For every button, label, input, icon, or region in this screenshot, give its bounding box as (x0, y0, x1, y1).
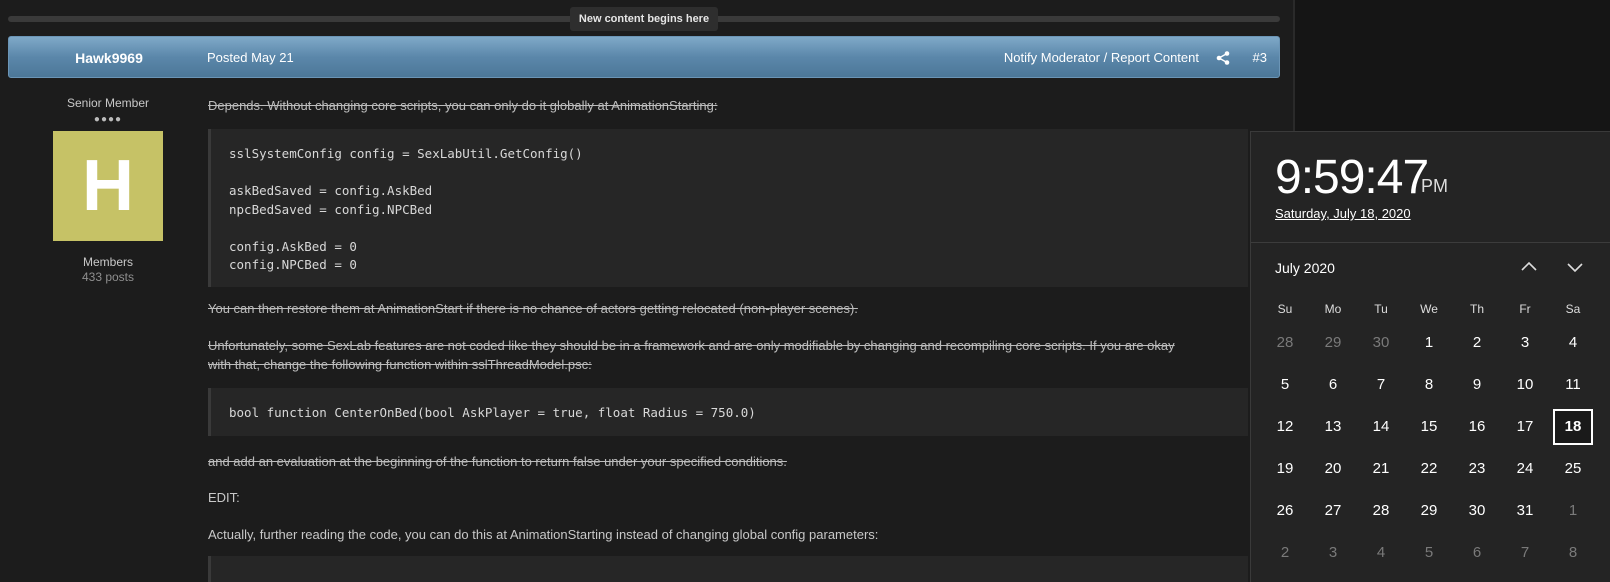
calendar-day[interactable]: 3 (1309, 532, 1357, 574)
weekday-label: Tu (1374, 302, 1388, 316)
post-paragraph: Depends. Without changing core scripts, … (208, 98, 718, 113)
member-rank: Senior Member (66, 96, 150, 110)
calendar-day[interactable]: 31 (1501, 490, 1549, 532)
weekday-label: Mo (1324, 302, 1342, 316)
post-paragraph: EDIT: (208, 490, 240, 505)
calendar-day[interactable]: 1 (1405, 322, 1453, 364)
calendar-day[interactable]: 30 (1453, 490, 1501, 532)
report-content-link[interactable]: Notify Moderator / Report Content (1004, 37, 1199, 79)
calendar-day[interactable]: 11 (1549, 364, 1597, 406)
calendar-day[interactable]: 19 (1261, 448, 1309, 490)
weekday-label: Fr (1519, 302, 1531, 316)
post-paragraph: and add an evaluation at the beginning o… (208, 454, 787, 469)
calendar-day[interactable]: 8 (1405, 364, 1453, 406)
calendar-day[interactable]: 4 (1549, 322, 1597, 364)
calendar-day[interactable]: 25 (1549, 448, 1597, 490)
post-paragraph: Actually, further reading the code, you … (208, 527, 879, 542)
forum-page: New content begins here Hawk9969 Posted … (0, 0, 1300, 582)
calendar-day[interactable]: 29 (1309, 322, 1357, 364)
post-author-link[interactable]: Hawk9969 (9, 37, 209, 79)
divider (1251, 242, 1610, 243)
calendar-day[interactable]: 6 (1453, 532, 1501, 574)
calendar-day[interactable]: 5 (1261, 364, 1309, 406)
calendar-day[interactable]: 21 (1357, 448, 1405, 490)
month-label[interactable]: July 2020 (1275, 260, 1335, 276)
calendar-day[interactable]: 28 (1357, 490, 1405, 532)
calendar-day[interactable]: 14 (1357, 406, 1405, 448)
code-block: sslSystemConfig config = SexLabUtil.GetC… (208, 129, 1248, 287)
post-paragraph: Unfortunately, some SexLab features are … (208, 338, 1175, 353)
calendar-day[interactable]: 9 (1453, 364, 1501, 406)
code-block: bool function CenterOnBed(bool AskPlayer… (208, 388, 1248, 436)
weekday-label: Su (1277, 302, 1293, 316)
calendar-day[interactable]: 2 (1261, 532, 1309, 574)
calendar-day[interactable]: 6 (1309, 364, 1357, 406)
post-count: 433 posts (81, 270, 135, 284)
calendar-day[interactable]: 29 (1405, 490, 1453, 532)
weekday-label: Th (1469, 302, 1484, 316)
weekday-header: Su Mo Tu We Th Fr Sa (1261, 302, 1597, 322)
calendar-day-today[interactable]: 18 (1549, 406, 1597, 448)
post-header: Hawk9969 Posted May 21 Notify Moderator … (8, 36, 1280, 78)
share-icon[interactable] (1215, 50, 1231, 66)
calendar-day[interactable]: 5 (1405, 532, 1453, 574)
avatar[interactable]: H (53, 131, 163, 241)
calendar-day[interactable]: 12 (1261, 406, 1309, 448)
calendar-grid: 28 29 30 1 2 3 4 5 6 7 8 9 10 11 12 13 14 15 16 17 18 19 20 21 2… (1261, 322, 1597, 574)
post-paragraph: You can then restore them at AnimationSt… (208, 301, 858, 316)
calendar-day[interactable]: 24 (1501, 448, 1549, 490)
calendar-day[interactable]: 28 (1261, 322, 1309, 364)
code-block (208, 556, 1248, 582)
member-group: Members (82, 255, 133, 269)
calendar-day[interactable]: 2 (1453, 322, 1501, 364)
calendar-day[interactable]: 3 (1501, 322, 1549, 364)
chevron-up-icon[interactable] (1517, 255, 1541, 279)
weekday-label: Sa (1565, 302, 1581, 316)
full-date-link[interactable]: Saturday, July 18, 2020 (1275, 206, 1411, 221)
clock-ampm: PM (1421, 176, 1448, 196)
post-date[interactable]: Posted May 21 (207, 37, 294, 79)
rank-pips: ●●●● (93, 114, 123, 125)
clock-time: 9:59:47 (1275, 151, 1429, 204)
calendar-day[interactable]: 4 (1357, 532, 1405, 574)
author-panel: Senior Member ●●●● H Members 433 posts (8, 90, 208, 284)
calendar-day[interactable]: 13 (1309, 406, 1357, 448)
chevron-down-icon[interactable] (1563, 255, 1587, 279)
calendar-day[interactable]: 27 (1309, 490, 1357, 532)
calendar-day[interactable]: 1 (1549, 490, 1597, 532)
calendar-day[interactable]: 10 (1501, 364, 1549, 406)
calendar-day[interactable]: 16 (1453, 406, 1501, 448)
calendar-day[interactable]: 22 (1405, 448, 1453, 490)
calendar-day[interactable]: 17 (1501, 406, 1549, 448)
calendar-flyout: 9:59:47 PM Saturday, July 18, 2020 July … (1250, 131, 1610, 582)
new-content-label: New content begins here (570, 7, 718, 31)
post-number-link[interactable]: #3 (1253, 37, 1267, 79)
post-paragraph: with that, change the following function… (208, 357, 592, 372)
calendar-day[interactable]: 8 (1549, 532, 1597, 574)
post-content: Depends. Without changing core scripts, … (208, 96, 1248, 582)
calendar-day[interactable]: 23 (1453, 448, 1501, 490)
weekday-label: We (1420, 302, 1438, 316)
calendar-day[interactable]: 30 (1357, 322, 1405, 364)
calendar-day[interactable]: 7 (1501, 532, 1549, 574)
calendar-day[interactable]: 7 (1357, 364, 1405, 406)
calendar-day[interactable]: 26 (1261, 490, 1309, 532)
calendar-day[interactable]: 20 (1309, 448, 1357, 490)
calendar-day[interactable]: 15 (1405, 406, 1453, 448)
